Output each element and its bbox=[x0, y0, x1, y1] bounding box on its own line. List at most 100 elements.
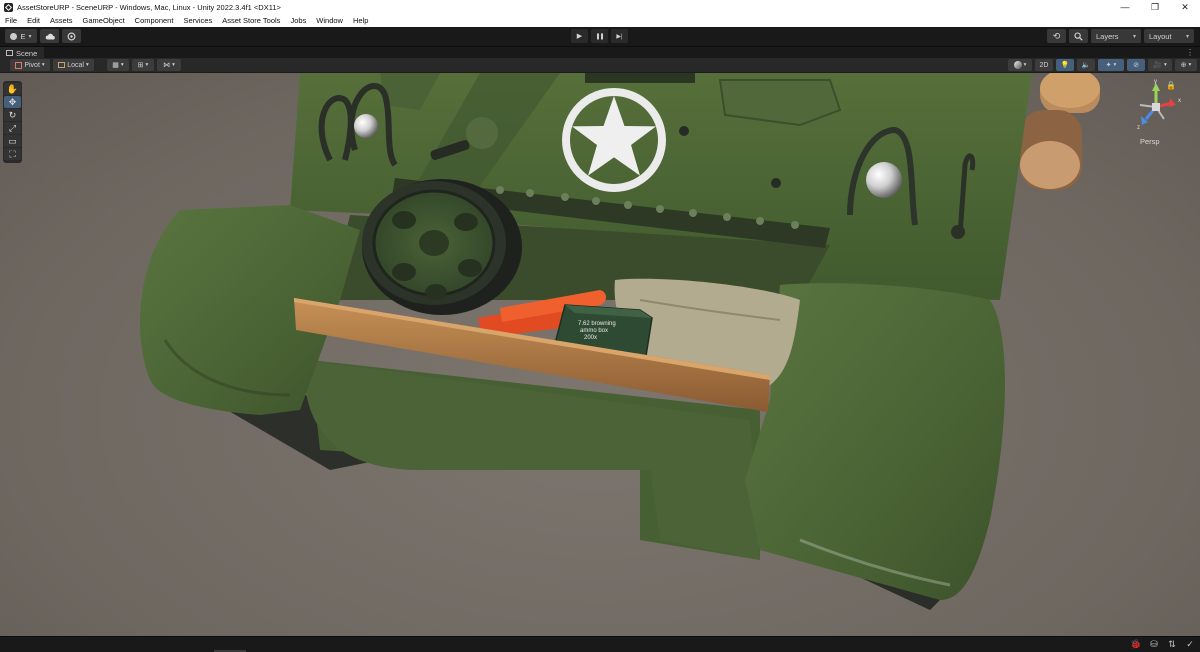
play-icon: ▶ bbox=[576, 33, 583, 40]
scale-tool-button[interactable]: ⤢ bbox=[4, 122, 21, 134]
menu-jobs[interactable]: Jobs bbox=[285, 16, 311, 25]
close-button[interactable]: ✕ bbox=[1170, 0, 1200, 14]
grid-visibility-button[interactable]: ▦ ▾ bbox=[107, 59, 129, 71]
menu-component[interactable]: Component bbox=[130, 16, 179, 25]
pause-button[interactable]: ❚❚ bbox=[591, 29, 608, 43]
audio-toggle-button[interactable]: 🔈 bbox=[1077, 59, 1095, 71]
scene-toolbar: Pivot ▾ Local ▾ ▦ ▾ ⊞ ▾ ⋈ ▾ ▾ 2D 💡 🔈 ✦ ▾… bbox=[0, 58, 1200, 73]
chevron-down-icon: ▾ bbox=[1188, 62, 1192, 68]
chevron-down-icon: ▾ bbox=[172, 62, 175, 68]
eye-slash-icon: ⊘ bbox=[1133, 62, 1139, 69]
chevron-down-icon: ▾ bbox=[85, 62, 89, 68]
minimize-button[interactable]: — bbox=[1110, 0, 1140, 14]
menu-window[interactable]: Window bbox=[311, 16, 348, 25]
network-icon[interactable]: ⇅ bbox=[1166, 639, 1178, 650]
tank-model: 7.62 browning ammo box 200x bbox=[140, 73, 1100, 610]
grid-icon: ▦ bbox=[112, 62, 119, 69]
pause-icon: ❚❚ bbox=[595, 33, 604, 40]
chevron-down-icon: ▾ bbox=[145, 62, 149, 68]
hidden-objects-toggle[interactable]: ⊘ bbox=[1127, 59, 1145, 71]
menu-bar: File Edit Assets GameObject Component Se… bbox=[0, 14, 1200, 27]
camera-icon: 🎥 bbox=[1153, 62, 1162, 69]
ammo-box-label-line1: 7.62 browning bbox=[578, 321, 616, 327]
effects-dropdown[interactable]: ✦ ▾ bbox=[1098, 59, 1124, 71]
local-icon bbox=[58, 62, 66, 68]
orientation-gizmo[interactable]: 🔒 y x z Persp bbox=[1126, 79, 1186, 149]
chevron-down-icon: ▾ bbox=[41, 62, 45, 68]
chevron-down-icon: ▾ bbox=[1132, 33, 1136, 40]
gizmos-dropdown[interactable]: ⊕ ▾ bbox=[1175, 59, 1197, 71]
step-icon: ▶| bbox=[616, 33, 623, 40]
lighting-toggle-button[interactable]: 💡 bbox=[1056, 59, 1074, 71]
draw-mode-dropdown[interactable]: ▾ bbox=[1008, 59, 1032, 71]
svg-text:y: y bbox=[1154, 79, 1157, 85]
2d-toggle-button[interactable]: 2D bbox=[1035, 59, 1053, 71]
step-button[interactable]: ▶| bbox=[611, 29, 628, 43]
menu-file[interactable]: File bbox=[0, 16, 22, 25]
account-label: E bbox=[20, 31, 26, 41]
restore-button[interactable]: ❐ bbox=[1140, 0, 1170, 14]
menu-asset-store-tools[interactable]: Asset Store Tools bbox=[217, 16, 285, 25]
audio-icon: 🔈 bbox=[1081, 62, 1091, 69]
debug-mode-icon[interactable]: 🐞 bbox=[1130, 639, 1142, 650]
chevron-down-icon: ▾ bbox=[1163, 62, 1167, 68]
collab-button[interactable] bbox=[62, 29, 81, 43]
unity-logo-icon bbox=[4, 2, 13, 12]
menu-assets[interactable]: Assets bbox=[45, 16, 78, 25]
move-tool-button[interactable]: ✥ bbox=[4, 96, 21, 108]
check-icon[interactable]: ✓ bbox=[1184, 639, 1196, 650]
undo-history-button[interactable]: ⟲ bbox=[1047, 29, 1066, 43]
menu-edit[interactable]: Edit bbox=[22, 16, 45, 25]
tool-palette: ✋ ✥ ↻ ⤢ ▭ ⛶ bbox=[3, 81, 22, 163]
log-pile bbox=[1020, 73, 1100, 190]
search-button[interactable] bbox=[1069, 29, 1088, 43]
transform-tool-icon: ⛶ bbox=[9, 148, 16, 159]
shading-sphere-icon bbox=[1013, 61, 1022, 69]
rotate-tool-button[interactable]: ↻ bbox=[4, 109, 21, 121]
window-titlebar: AssetStoreURP - SceneURP - Windows, Mac,… bbox=[0, 0, 1200, 14]
chevron-down-icon: ▾ bbox=[1185, 33, 1189, 40]
more-options-icon[interactable]: ⋮ bbox=[1186, 48, 1194, 57]
play-button[interactable]: ▶ bbox=[571, 29, 588, 43]
rect-tool-button[interactable]: ▭ bbox=[4, 135, 21, 147]
local-label: Local bbox=[67, 61, 84, 69]
pivot-icon bbox=[15, 61, 23, 69]
menu-help[interactable]: Help bbox=[348, 16, 373, 25]
camera-settings-dropdown[interactable]: 🎥 ▾ bbox=[1148, 59, 1172, 71]
increment-snap-icon: ⋈ bbox=[163, 62, 171, 69]
server-icon[interactable]: ⛁ bbox=[1148, 639, 1160, 650]
hand-tool-icon: ✋ bbox=[6, 83, 19, 94]
ammo-box-label-line2: ammo box bbox=[580, 328, 608, 334]
rect-tool-icon: ▭ bbox=[8, 135, 17, 146]
move-tool-icon: ✥ bbox=[8, 96, 17, 107]
svg-text:x: x bbox=[1178, 98, 1181, 104]
cloud-button[interactable] bbox=[40, 29, 59, 43]
scene-tab-bar: Scene ⋮ bbox=[0, 46, 1200, 59]
increment-snap-button[interactable]: ⋈ ▾ bbox=[157, 59, 181, 71]
collab-icon bbox=[67, 32, 76, 40]
pivot-dropdown[interactable]: Pivot ▾ bbox=[10, 59, 50, 71]
menu-services[interactable]: Services bbox=[178, 16, 217, 25]
axis-gizmo-icon: y x z bbox=[1137, 79, 1181, 131]
scene-grid-icon bbox=[6, 50, 13, 56]
svg-text:z: z bbox=[1137, 125, 1140, 131]
chevron-down-icon: ▾ bbox=[1023, 62, 1027, 68]
layers-dropdown[interactable]: Layers ▾ bbox=[1091, 29, 1141, 43]
ammo-box-label-line3: 200x bbox=[584, 335, 597, 341]
status-icons: 🐞 ⛁ ⇅ ✓ bbox=[1130, 639, 1196, 650]
search-icon bbox=[1074, 31, 1083, 41]
gizmo-icon: ⊕ bbox=[1180, 62, 1187, 69]
layout-dropdown[interactable]: Layout ▾ bbox=[1144, 29, 1194, 43]
scene-viewport[interactable]: 7.62 browning ammo box 200x ✋ ✥ ↻ ⤢ ▭ ⛶ … bbox=[0, 73, 1200, 636]
hand-tool-button[interactable]: ✋ bbox=[4, 83, 21, 95]
account-dropdown[interactable]: E ▾ bbox=[5, 29, 37, 43]
window-title: AssetStoreURP - SceneURP - Windows, Mac,… bbox=[17, 2, 281, 12]
main-toolbar: E ▾ ▶ ❚❚ ▶| ⟲ Layers ▾ Layout ▾ bbox=[0, 27, 1200, 46]
transform-tool-button[interactable]: ⛶ bbox=[4, 148, 21, 160]
snap-icon: ⊞ bbox=[137, 62, 144, 69]
perspective-label[interactable]: Persp bbox=[1140, 137, 1160, 146]
grid-snap-button[interactable]: ⊞ ▾ bbox=[132, 59, 154, 71]
lock-icon[interactable]: 🔒 bbox=[1166, 81, 1176, 90]
local-dropdown[interactable]: Local ▾ bbox=[53, 59, 94, 71]
menu-gameobject[interactable]: GameObject bbox=[78, 16, 130, 25]
